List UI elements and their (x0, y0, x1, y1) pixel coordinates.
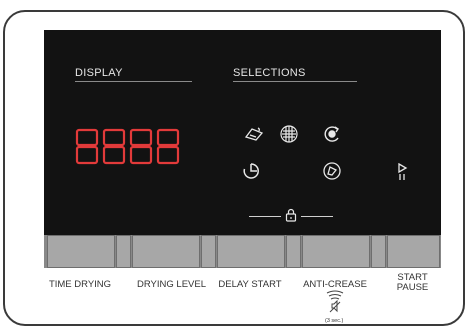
time-drying-label: TIME DRYING (48, 279, 112, 290)
time-drying-button[interactable] (47, 235, 115, 268)
drying-level-label: DRYING LEVEL (137, 279, 206, 290)
lock-right-line (301, 216, 333, 217)
anti-crease-button[interactable] (302, 235, 370, 268)
selections-title: SELECTIONS (233, 67, 306, 79)
button-gap-4 (371, 235, 386, 268)
sound-off-hold-icon (326, 290, 344, 313)
button-gap-2 (201, 235, 216, 268)
button-gap-3 (286, 235, 301, 268)
iron-dry-icon[interactable] (244, 125, 264, 143)
mixed-load-icon[interactable] (322, 161, 342, 181)
button-gap-1 (116, 235, 131, 268)
delay-start-button[interactable] (217, 235, 285, 268)
anti-crease-hold-hint: (3 sec.) (325, 318, 344, 324)
start-pause-label: START PAUSE (396, 272, 429, 293)
display-title: DISPLAY (75, 67, 123, 79)
start-pause-button[interactable] (387, 235, 440, 268)
delay-start-label: DELAY START (218, 279, 282, 290)
lock-left-line (249, 216, 281, 217)
play-pause-icon[interactable] (397, 163, 409, 181)
child-lock-icon (285, 208, 297, 222)
extra-dry-icon[interactable] (322, 124, 342, 144)
drying-level-button[interactable] (132, 235, 200, 268)
cupboard-dry-icon[interactable] (279, 124, 299, 144)
seven-segment-display (75, 128, 180, 165)
selections-divider (233, 81, 357, 82)
anti-crease-label: ANTI-CREASE (303, 279, 367, 290)
display-divider (75, 81, 192, 82)
timer-icon[interactable] (242, 162, 260, 180)
